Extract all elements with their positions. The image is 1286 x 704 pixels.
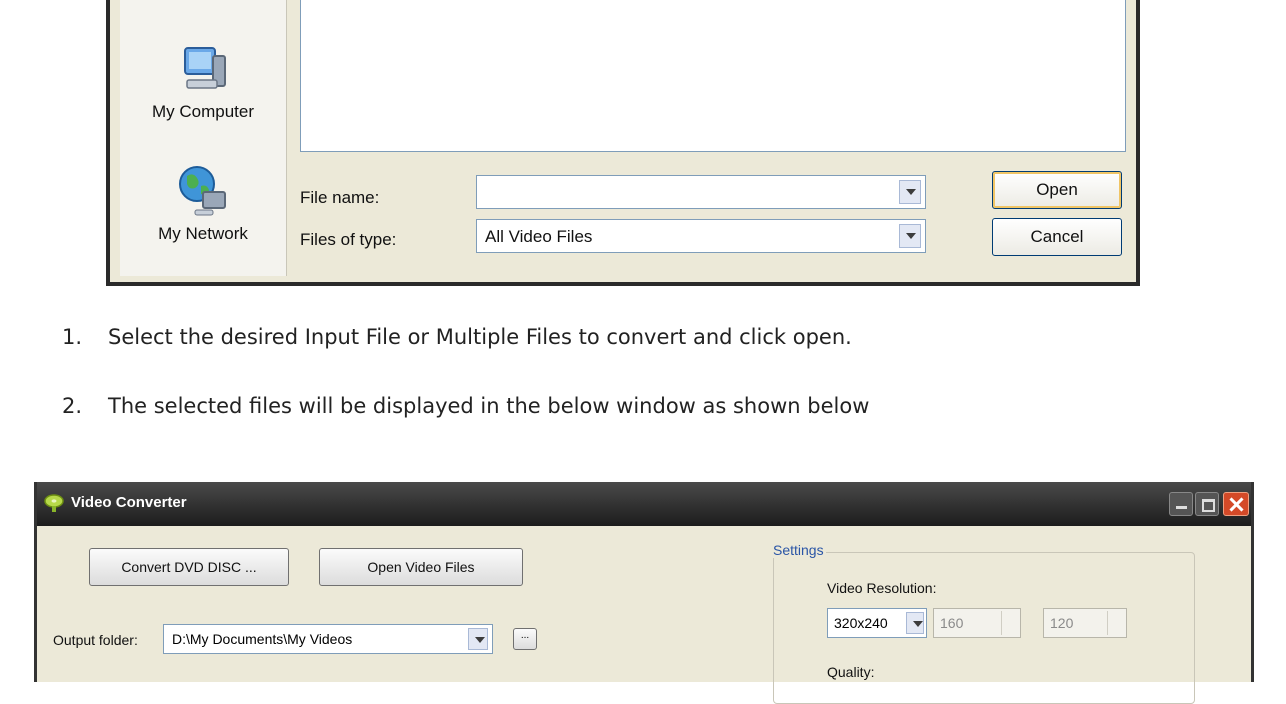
open-file-dialog: My Computer My Network File name: Files … (106, 0, 1140, 286)
files-of-type-label: Files of type: (300, 230, 397, 249)
output-folder-label: Output folder: (53, 632, 138, 648)
instruction-step-1: 1. Select the desired Input File or Multi… (62, 325, 852, 349)
spinner-arrows-icon (1107, 611, 1124, 635)
files-of-type-select[interactable]: All Video Files (476, 219, 926, 253)
quality-label: Quality: (827, 664, 875, 680)
width-spinner: 160 (933, 608, 1021, 638)
files-of-type-value: All Video Files (485, 227, 593, 246)
minimize-icon[interactable] (1169, 492, 1193, 516)
places-bar: My Computer My Network (120, 0, 287, 276)
file-name-label: File name: (300, 188, 380, 207)
network-globe-icon (179, 166, 226, 216)
place-label: My Computer (151, 102, 255, 121)
app-disc-icon (44, 494, 64, 512)
settings-group-title: Settings (771, 542, 826, 558)
open-button[interactable]: Open (992, 171, 1122, 209)
video-resolution-select[interactable]: 320x240 (827, 608, 927, 638)
video-resolution-label: Video Resolution: (827, 580, 937, 596)
chevron-down-icon[interactable] (899, 224, 921, 248)
title-bar[interactable]: Video Converter (37, 482, 1251, 526)
my-computer-icon (184, 47, 226, 89)
place-my-computer[interactable]: My Computer (120, 42, 286, 122)
resolution-value: 320x240 (834, 615, 888, 631)
place-my-network[interactable]: My Network (120, 162, 286, 244)
step-text: The selected files will be displayed in … (108, 394, 870, 418)
browse-folder-button[interactable]: ... (513, 628, 537, 650)
file-list-view[interactable] (300, 0, 1126, 152)
chevron-down-icon[interactable] (906, 612, 924, 634)
cancel-button[interactable]: Cancel (992, 218, 1122, 256)
chevron-down-icon[interactable] (468, 628, 488, 650)
video-converter-window: Video Converter Convert DVD DISC ... Ope… (34, 482, 1254, 704)
convert-dvd-disc-button[interactable]: Convert DVD DISC ... (89, 548, 289, 586)
height-value: 120 (1050, 615, 1074, 631)
output-folder-value: D:\My Documents\My Videos (172, 631, 353, 647)
maximize-icon[interactable] (1195, 492, 1219, 516)
instruction-step-2: 2. The selected files will be displayed i… (62, 394, 869, 418)
step-text: Select the desired Input File or Multipl… (108, 325, 852, 349)
step-number: 2. (62, 394, 83, 418)
spinner-arrows-icon (1001, 611, 1018, 635)
window-title: Video Converter (71, 494, 187, 511)
close-icon[interactable] (1223, 492, 1249, 516)
open-video-files-button[interactable]: Open Video Files (319, 548, 523, 586)
width-value: 160 (940, 615, 964, 631)
output-folder-combo[interactable]: D:\My Documents\My Videos (163, 624, 493, 654)
file-name-combo[interactable] (476, 175, 926, 209)
step-number: 1. (62, 325, 83, 349)
place-label: My Network (158, 224, 248, 243)
height-spinner: 120 (1043, 608, 1127, 638)
chevron-down-icon[interactable] (899, 180, 921, 204)
